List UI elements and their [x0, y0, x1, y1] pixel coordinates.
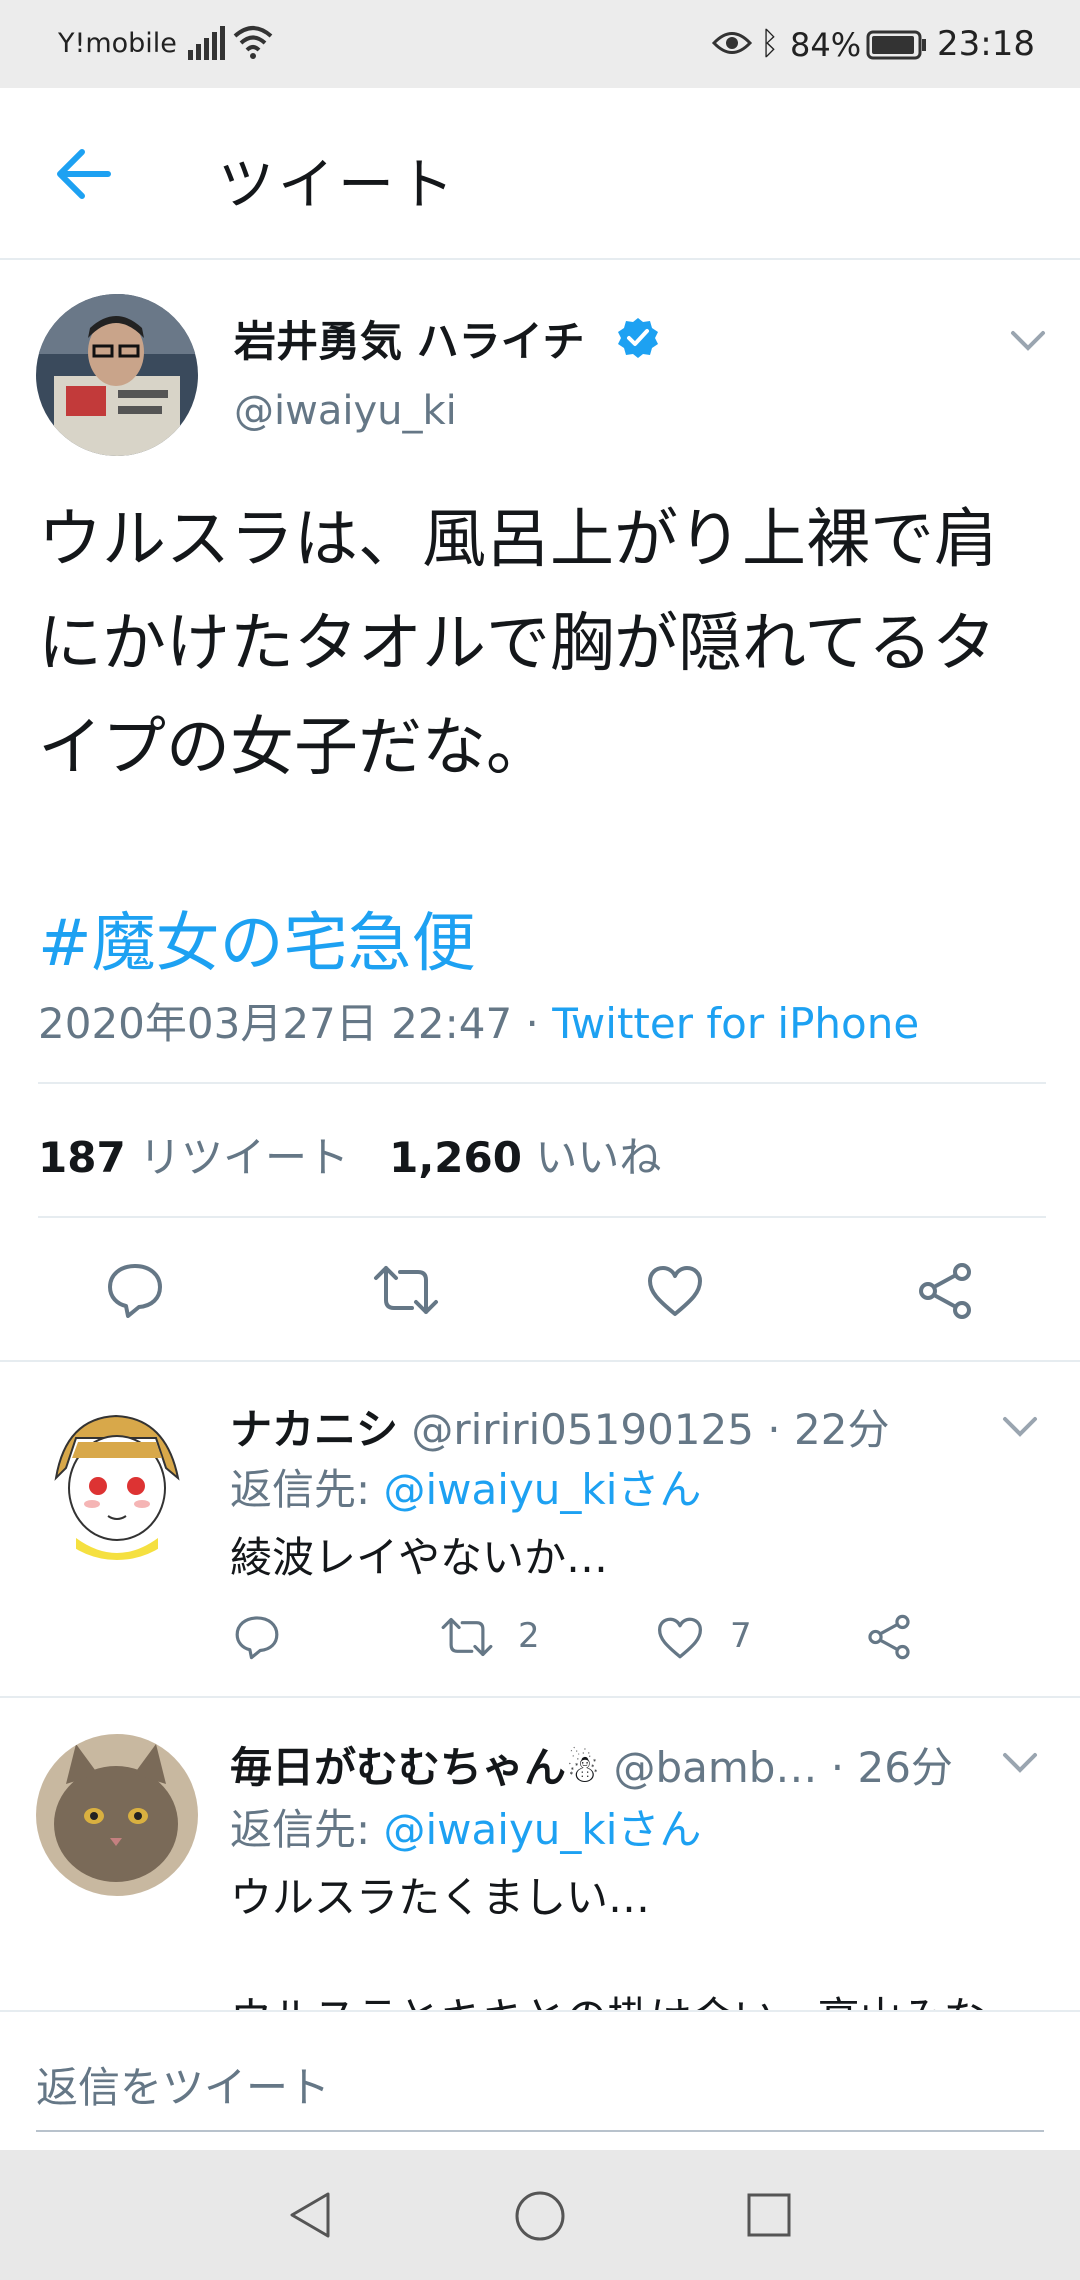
reply-header: ナカニシ @ririri05190125 · 22分 [230, 1396, 889, 1457]
reply-author-name[interactable]: 毎日がむむちゃん [230, 1743, 566, 1792]
author-avatar[interactable] [36, 294, 198, 456]
divider [38, 1082, 1046, 1084]
reply-avatar[interactable] [36, 1398, 198, 1560]
reply-handle-time[interactable]: @ririri05190125 · 22分 [411, 1405, 889, 1454]
chevron-down-icon[interactable] [1002, 1752, 1038, 1774]
tweet-timestamp: 2020年03月27日 22:47 · [38, 999, 553, 1048]
nav-back-icon[interactable] [288, 2190, 332, 2240]
bluetooth-icon: ᛒ [760, 24, 780, 62]
battery-icon [866, 30, 926, 60]
retweet-label[interactable]: リツイート [139, 1133, 349, 1182]
hashtag-link[interactable]: #魔女の宅急便 [38, 892, 476, 984]
reply-avatar[interactable] [36, 1734, 198, 1896]
share-icon[interactable] [916, 1262, 974, 1320]
avatar-image [36, 294, 198, 456]
like-heart-icon[interactable] [646, 1264, 704, 1318]
divider [0, 1360, 1080, 1362]
tweet-text-line: ウルスラは、風呂上がり上裸で肩 [38, 503, 998, 577]
app-header [0, 88, 1080, 260]
reply-to: 返信先: @iwaiyu_kiさん [230, 1796, 701, 1857]
like-count[interactable]: 1,260 [389, 1133, 522, 1182]
carrier-label: Y!mobile [58, 28, 177, 59]
reply-author-name[interactable]: ナカニシ [230, 1405, 398, 1454]
divider [0, 1696, 1080, 1698]
retweet-icon[interactable] [440, 1616, 494, 1658]
eye-comfort-icon [712, 32, 752, 54]
reply-text: ウルスラたくましい… [230, 1873, 651, 1922]
tweet-text-line: にかけたタオルで胸が隠れてるタ [38, 607, 997, 681]
tweet-text-line: イプの女子だな。 [38, 711, 550, 785]
signal-icon [188, 26, 225, 60]
reply-text: 綾波レイやないか… [230, 1533, 609, 1582]
reply-icon[interactable] [106, 1262, 164, 1318]
snowman-emoji-icon: ☃ [566, 1747, 601, 1791]
status-time: 23:18 [937, 24, 1035, 64]
like-heart-icon[interactable] [656, 1616, 704, 1660]
battery-percent: 84% [790, 26, 862, 64]
tweet-meta: 2020年03月27日 22:47 · Twitter for iPhone [38, 990, 919, 1051]
tweet-source-link[interactable]: Twitter for iPhone [552, 999, 919, 1048]
page-title: ツイート [218, 153, 458, 218]
tweet-text: ウルスラは、風呂上がり上裸で肩 にかけたタオルで胸が隠れてるタ イプの女子だな。 [38, 488, 1048, 800]
back-arrow-icon[interactable] [56, 148, 112, 200]
retweet-count[interactable]: 187 [38, 1133, 126, 1182]
author-name[interactable]: 岩井勇気 ハライチ [234, 308, 585, 369]
reply-header: 毎日がむむちゃん☃ @bamb… · 26分 [230, 1734, 953, 1795]
divider [38, 1216, 1046, 1218]
reply-to: 返信先: @iwaiyu_kiさん [230, 1456, 701, 1517]
author-handle[interactable]: @iwaiyu_ki [234, 388, 457, 434]
nav-home-icon[interactable] [514, 2190, 566, 2242]
reply-to-prefix: 返信先: [230, 1465, 384, 1514]
tweet-stats: 187 リツイート 1,260 いいね [38, 1124, 661, 1185]
share-icon[interactable] [866, 1614, 912, 1660]
reply-handle-time[interactable]: @bamb… · 26分 [613, 1743, 952, 1792]
nav-recents-icon[interactable] [746, 2192, 792, 2238]
avatar-image [36, 1734, 198, 1896]
verified-badge-icon [618, 318, 658, 358]
like-label[interactable]: いいね [535, 1133, 661, 1182]
reply-compose-input[interactable]: 返信をツイート [36, 2054, 330, 2115]
reply-to-user[interactable]: @iwaiyu_kiさん [384, 1805, 702, 1854]
chevron-down-icon[interactable] [1010, 330, 1046, 352]
reply-to-prefix: 返信先: [230, 1805, 384, 1854]
compose-underline [36, 2130, 1044, 2132]
wifi-icon [233, 26, 273, 59]
reply-to-user[interactable]: @iwaiyu_kiさん [384, 1465, 702, 1514]
reply-icon[interactable] [234, 1614, 280, 1660]
retweet-icon[interactable] [372, 1264, 440, 1316]
reply-like-count: 7 [730, 1616, 752, 1656]
reply-retweet-count: 2 [518, 1616, 540, 1656]
avatar-image [36, 1398, 198, 1560]
chevron-down-icon[interactable] [1002, 1416, 1038, 1438]
